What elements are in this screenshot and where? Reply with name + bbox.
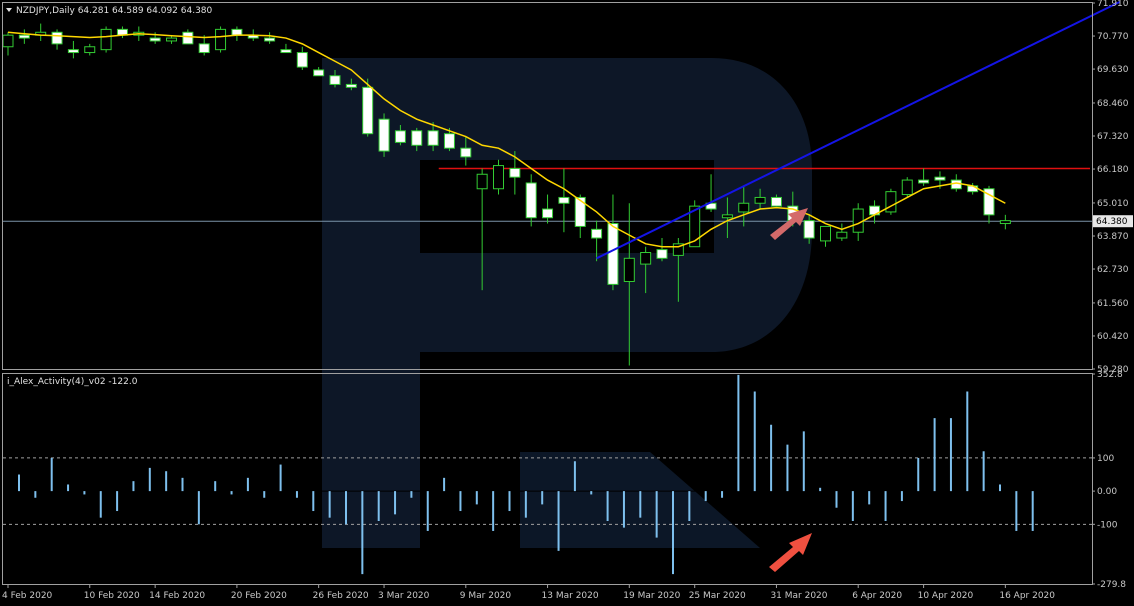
candle-body — [591, 228, 603, 239]
current-price-label: 64.380 — [1096, 217, 1128, 227]
main-header: NZDJPY,Daily 64.281 64.589 64.092 64.380 — [6, 6, 213, 16]
price-tick-label: 68.460 — [1097, 99, 1129, 109]
candle-body — [100, 28, 112, 51]
candle-body — [542, 208, 554, 219]
price-chart-window[interactable]: 71.910 70.770 69.630 68.460 67.320 66.180 65.0… — [0, 0, 1134, 606]
candle-body — [2, 34, 14, 48]
candle-body — [509, 167, 521, 178]
candle-body — [313, 69, 325, 77]
indicator-tick-label: 100 — [1097, 454, 1114, 464]
candle-body — [198, 43, 210, 54]
candle-body — [738, 202, 750, 213]
date-tick-label: 14 Feb 2020 — [149, 591, 205, 601]
candle-body — [558, 196, 570, 204]
candle[interactable] — [885, 188, 897, 215]
candle-body — [329, 75, 341, 85]
date-tick-label: 26 Feb 2020 — [313, 591, 369, 601]
indicator-tick-label: 352.8 — [1097, 370, 1123, 380]
candle-body — [84, 46, 96, 54]
date-tick-label: 9 Mar 2020 — [460, 591, 512, 601]
price-tick-label: 65.010 — [1097, 199, 1129, 209]
price-tick-label: 69.630 — [1097, 65, 1129, 75]
current-price-badge: 64.380 — [1093, 215, 1133, 228]
candle-body — [215, 28, 227, 51]
candle-body — [754, 196, 766, 204]
candle-body — [280, 49, 292, 54]
candle-body — [770, 196, 782, 207]
price-tick-label: 61.560 — [1097, 299, 1129, 309]
price-tick-label: 70.770 — [1097, 32, 1129, 42]
indicator-tick-label: -100 — [1097, 520, 1118, 530]
candle-body — [378, 118, 390, 152]
price-tick-label: 66.180 — [1097, 165, 1129, 175]
date-tick-label: 19 Mar 2020 — [623, 591, 680, 601]
candle-body — [51, 31, 63, 45]
indicator-header-text: i_Alex_Activity(4)_v02 -122.0 — [7, 377, 138, 387]
candle-body — [149, 37, 161, 42]
candle-body — [18, 34, 30, 39]
price-tick-label: 67.320 — [1097, 132, 1129, 142]
candle-body — [427, 130, 439, 146]
candle-body — [623, 257, 635, 282]
date-tick-label: 16 Apr 2020 — [999, 591, 1055, 601]
candle-body — [443, 133, 455, 149]
candle-body — [362, 86, 374, 135]
candle-body — [166, 37, 177, 42]
candle-body — [918, 179, 930, 184]
candle[interactable] — [689, 200, 701, 248]
candle-body — [525, 182, 537, 219]
candle-body — [67, 49, 79, 54]
price-tick-label: 62.730 — [1097, 265, 1129, 275]
candle-body — [460, 147, 472, 158]
candle-body — [999, 220, 1011, 225]
date-tick-label: 3 Mar 2020 — [378, 591, 430, 601]
candle-body — [967, 185, 979, 193]
date-tick-label: 10 Feb 2020 — [84, 591, 140, 601]
candle-body — [934, 176, 946, 181]
candle-body — [345, 83, 357, 88]
candle[interactable] — [378, 113, 390, 157]
candle[interactable] — [215, 26, 227, 53]
date-tick-label: 20 Feb 2020 — [231, 591, 287, 601]
date-tick-label: 13 Mar 2020 — [542, 591, 599, 601]
date-tick-label: 25 Mar 2020 — [689, 591, 746, 601]
date-tick-label: 4 Feb 2020 — [2, 591, 53, 601]
date-tick-label: 10 Apr 2020 — [918, 591, 974, 601]
candle-body — [885, 191, 897, 213]
candle[interactable] — [901, 177, 913, 198]
candle-body — [721, 214, 733, 219]
candle-body — [820, 225, 831, 242]
candle-body — [803, 220, 815, 239]
candle-body — [901, 179, 913, 196]
candle-body — [640, 252, 652, 265]
candle[interactable] — [100, 26, 112, 53]
candle-body — [607, 223, 619, 285]
indicator-tick-label: 0.00 — [1097, 487, 1117, 497]
candle-body — [394, 130, 406, 143]
candle-body — [296, 52, 308, 68]
indicator-tick-label: -279.8 — [1097, 580, 1126, 590]
price-tick-label: 60.420 — [1097, 332, 1129, 342]
candle-body — [950, 179, 962, 190]
candle-body — [574, 196, 586, 227]
date-tick-label: 6 Apr 2020 — [852, 591, 902, 601]
candle-body — [656, 249, 668, 259]
date-tick-label: 31 Mar 2020 — [770, 591, 827, 601]
candle-body — [476, 173, 488, 190]
candle-body — [182, 31, 194, 45]
candle-body — [836, 231, 848, 239]
main-header-text: NZDJPY,Daily 64.281 64.589 64.092 64.380 — [16, 6, 213, 16]
candle-body — [852, 208, 864, 233]
price-tick-label: 71.910 — [1097, 0, 1129, 9]
price-tick-label: 63.870 — [1097, 232, 1129, 242]
candle-body — [411, 130, 423, 146]
candle-body — [231, 28, 243, 36]
candle-body — [264, 37, 276, 42]
candle-body — [493, 165, 504, 190]
